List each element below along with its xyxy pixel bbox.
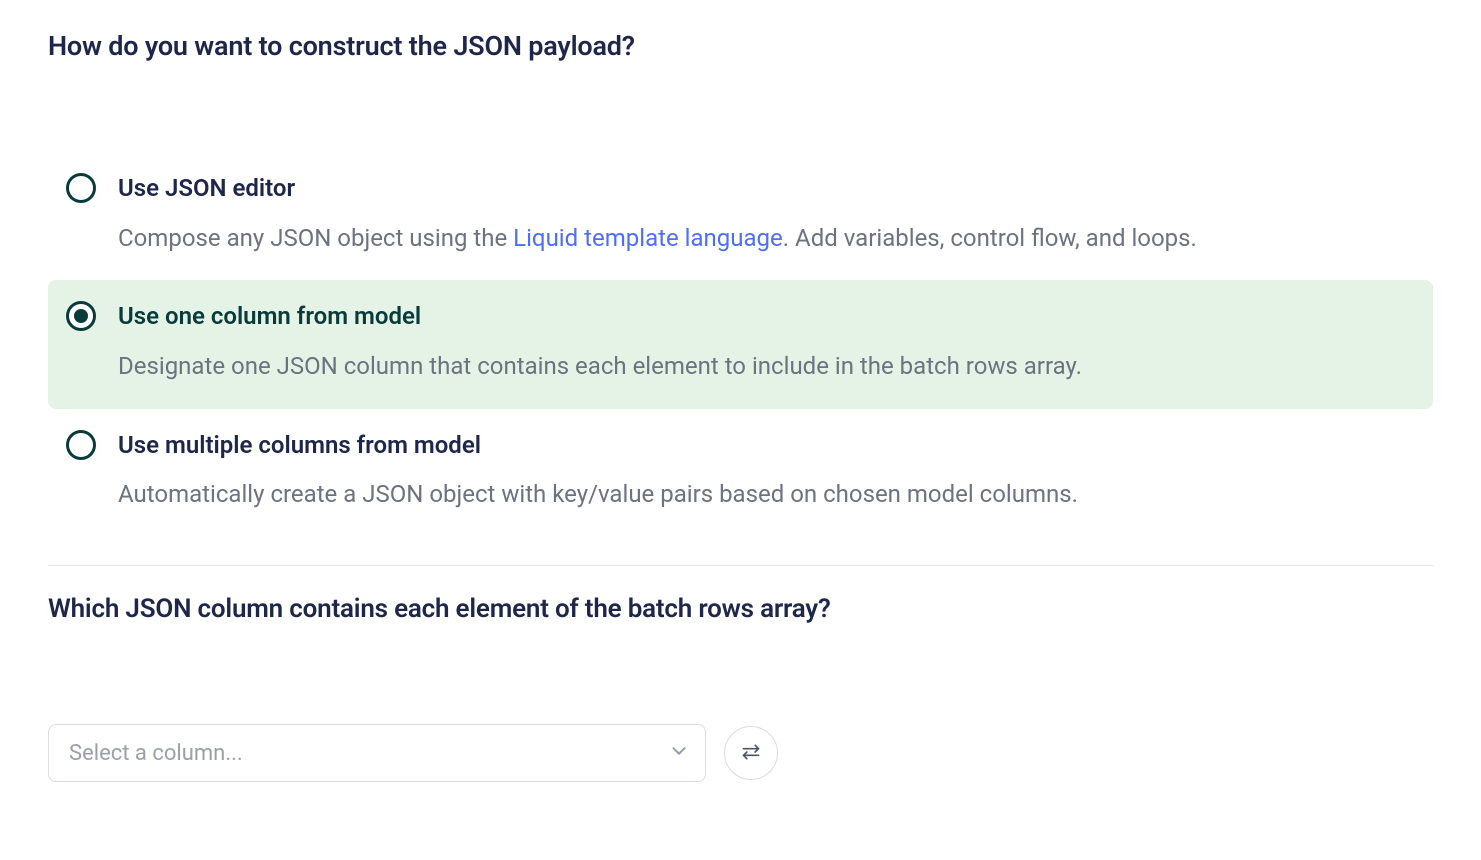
radio-content: Use multiple columns from model Automati…: [118, 429, 1415, 515]
radio-option-json-editor[interactable]: Use JSON editor Compose any JSON object …: [48, 152, 1433, 280]
swap-icon: [741, 742, 761, 765]
radio-option-multiple-columns[interactable]: Use multiple columns from model Automati…: [48, 409, 1433, 537]
radio-option-description: Automatically create a JSON object with …: [118, 474, 1415, 515]
radio-circle-icon: [66, 301, 96, 331]
desc-text-post: . Add variables, control flow, and loops…: [783, 224, 1197, 252]
radio-option-title: Use one column from model: [118, 300, 1415, 334]
radio-circle-icon: [66, 430, 96, 460]
select-placeholder: Select a column...: [69, 741, 243, 766]
liquid-link[interactable]: Liquid template language: [513, 224, 783, 252]
radio-option-title: Use JSON editor: [118, 172, 1415, 206]
radio-content: Use JSON editor Compose any JSON object …: [118, 172, 1415, 258]
desc-text-pre: Compose any JSON object using the: [118, 224, 513, 252]
column-select[interactable]: Select a column...: [48, 724, 706, 782]
page-heading: How do you want to construct the JSON pa…: [48, 30, 1433, 62]
radio-content: Use one column from model Designate one …: [118, 300, 1415, 386]
swap-button[interactable]: [724, 726, 778, 780]
radio-option-description: Compose any JSON object using the Liquid…: [118, 218, 1415, 259]
radio-option-one-column[interactable]: Use one column from model Designate one …: [48, 280, 1433, 408]
sub-heading: Which JSON column contains each element …: [48, 594, 1433, 624]
radio-dot-icon: [74, 309, 88, 323]
radio-options-group: Use JSON editor Compose any JSON object …: [48, 152, 1433, 537]
radio-circle-icon: [66, 173, 96, 203]
column-select-wrap: Select a column...: [48, 724, 706, 782]
radio-option-description: Designate one JSON column that contains …: [118, 346, 1415, 387]
section-divider: [48, 565, 1433, 566]
radio-option-title: Use multiple columns from model: [118, 429, 1415, 463]
select-row: Select a column...: [48, 724, 1433, 782]
